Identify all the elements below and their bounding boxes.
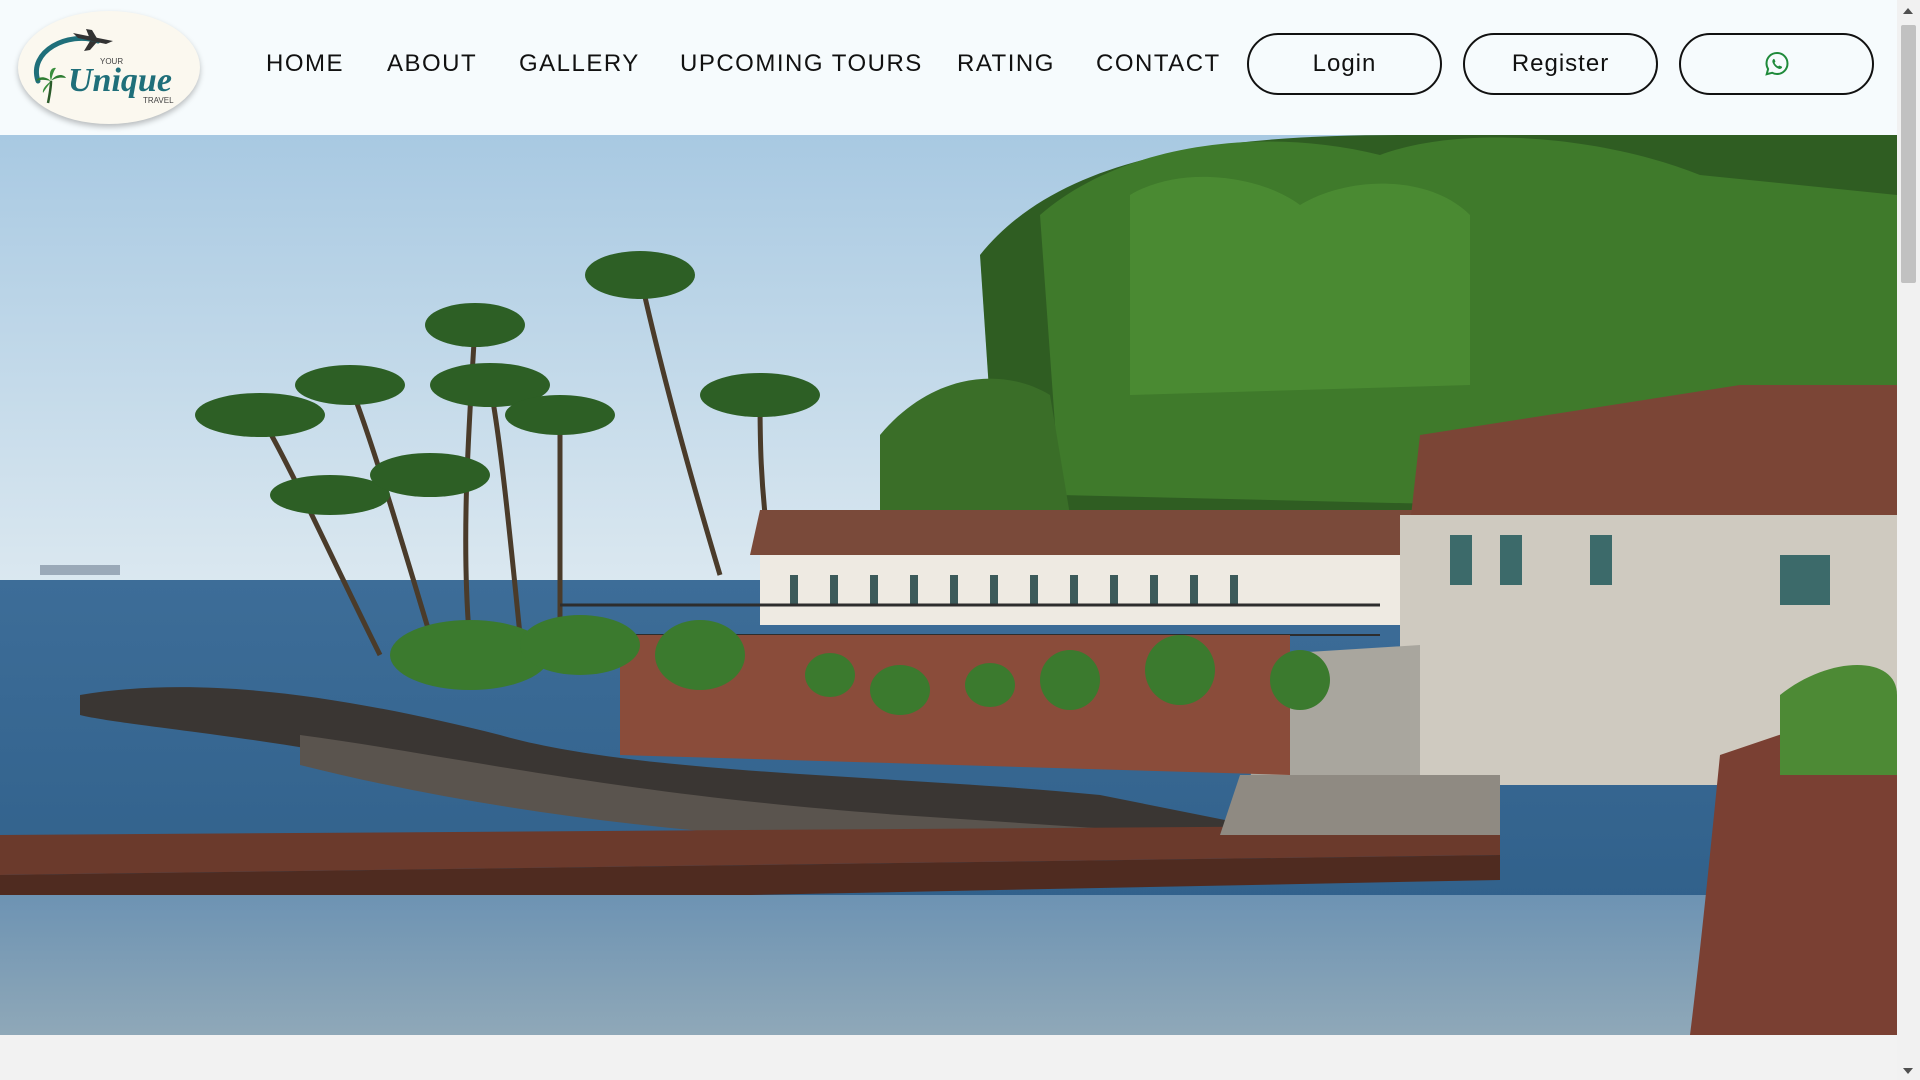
brand-logo[interactable]: YOUR Unique TRAVEL <box>18 11 200 124</box>
nav-home[interactable]: HOME <box>266 50 344 78</box>
scroll-up-arrow-icon[interactable] <box>1903 8 1913 14</box>
scroll-down-arrow-icon[interactable] <box>1903 1068 1913 1074</box>
hero-image <box>0 135 1897 1035</box>
logo-text-main: Unique <box>68 62 172 99</box>
nav-upcoming-tours[interactable]: UPCOMING TOURS <box>680 50 923 78</box>
nav-rating[interactable]: RATING <box>957 50 1055 78</box>
nav-gallery[interactable]: GALLERY <box>519 50 640 78</box>
page-scrollbar[interactable] <box>1897 0 1920 1080</box>
site-header: YOUR Unique TRAVEL HOME ABOUT GALLERY UP… <box>0 0 1897 135</box>
login-button[interactable]: Login <box>1247 33 1442 95</box>
whatsapp-button[interactable] <box>1679 33 1874 95</box>
register-button[interactable]: Register <box>1463 33 1658 95</box>
scroll-thumb[interactable] <box>1901 25 1916 283</box>
palm-tree-icon <box>36 67 66 104</box>
whatsapp-icon <box>1764 51 1789 76</box>
logo-text-bottom: TRAVEL <box>143 96 174 105</box>
logo-graphic: YOUR Unique TRAVEL <box>33 29 174 105</box>
nav-about[interactable]: ABOUT <box>387 50 477 78</box>
hero-coastal-scene <box>0 135 1897 1035</box>
nav-contact[interactable]: CONTACT <box>1096 50 1221 78</box>
